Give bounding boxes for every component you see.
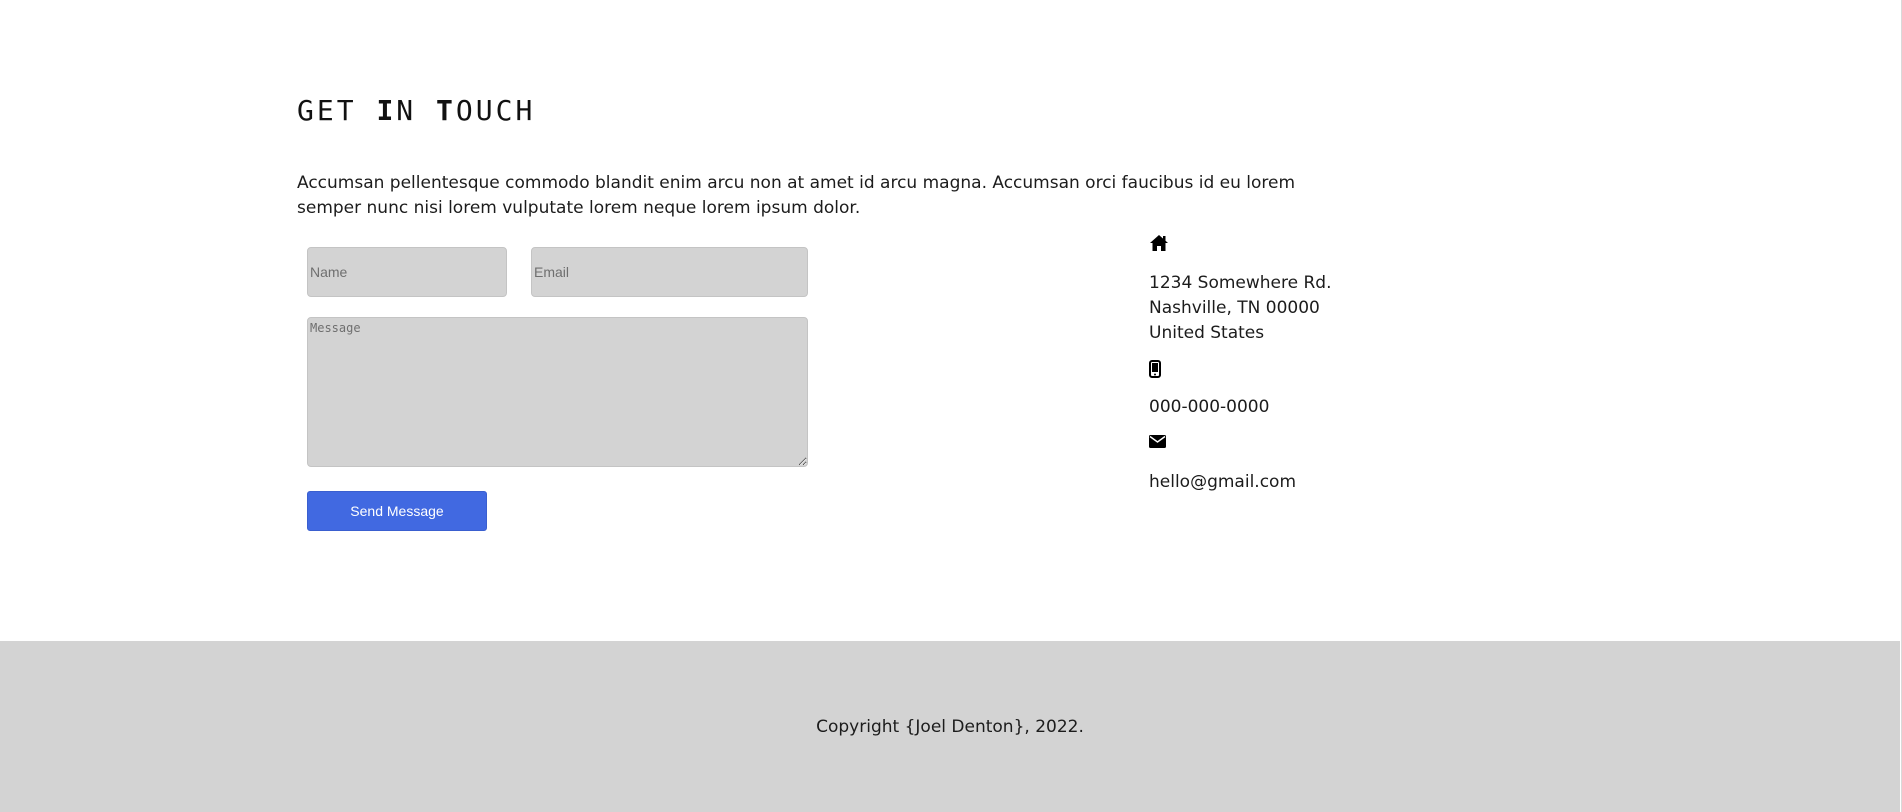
address-text: 1234 Somewhere Rd. Nashville, TN 00000 U… [1149,271,1332,346]
email-input[interactable] [531,247,808,297]
message-textarea[interactable] [307,317,808,467]
send-message-button[interactable]: Send Message [307,491,487,531]
email-address: hello@gmail.com [1149,472,1297,492]
contact-section: GET IN TOUCH Accumsan pellentesque commo… [0,0,1900,640]
phone-text: 000-000-0000 [1149,397,1270,417]
address-line-3: United States [1149,323,1265,343]
address-line-1: 1234 Somewhere Rd. [1149,273,1332,293]
intro-text: Accumsan pellentesque commodo blandit en… [297,173,1296,218]
heading-part-5: OUCH [455,94,536,127]
heading-part-3: N [396,94,437,127]
copyright-text: Copyright {Joel Denton}, 2022. [816,717,1084,737]
address-line-2: Nashville, TN 00000 [1149,298,1320,318]
heading-part-1: GET [297,94,377,127]
page: GET IN TOUCH Accumsan pellentesque commo… [0,0,1902,812]
footer: Copyright {Joel Denton}, 2022. [0,641,1900,812]
home-icon [1149,234,1169,254]
name-input[interactable] [307,247,507,297]
envelope-icon [1149,435,1169,455]
heading-part-2: I [376,94,397,127]
section-heading: GET IN TOUCH [297,94,535,127]
mobile-phone-icon [1149,360,1169,380]
heading-part-4: T [436,94,456,127]
